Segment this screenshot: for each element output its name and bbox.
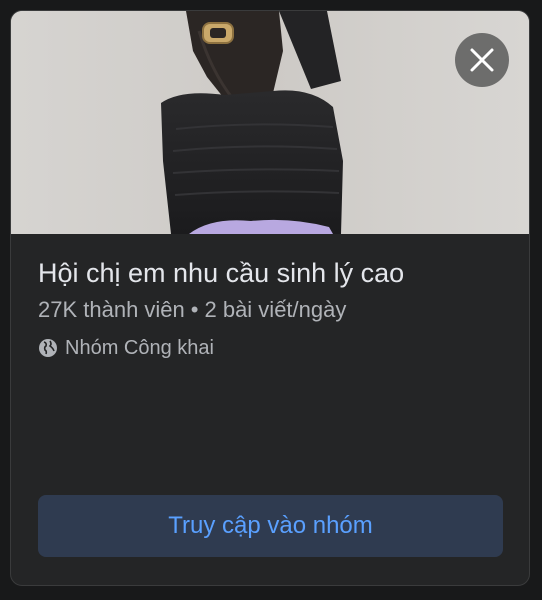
close-button[interactable] [455, 33, 509, 87]
separator-dot: • [190, 297, 199, 322]
post-frequency: 2 bài viết/ngày [204, 297, 347, 322]
group-info: Hội chị em nhu cầu sinh lý cao 27K thành… [38, 256, 509, 361]
group-stats: 27K thành viên • 2 bài viết/ngày [38, 295, 509, 325]
cover-image [11, 11, 529, 234]
visit-group-button[interactable]: Truy cập vào nhóm [38, 495, 503, 557]
group-name[interactable]: Hội chị em nhu cầu sinh lý cao [38, 256, 509, 290]
close-icon [470, 48, 494, 72]
group-suggestion-card[interactable]: Hội chị em nhu cầu sinh lý cao 27K thành… [10, 10, 530, 586]
group-privacy: Nhóm Công khai [38, 335, 509, 361]
group-cover-photo[interactable] [11, 11, 529, 234]
privacy-label: Nhóm Công khai [65, 337, 214, 359]
member-count: 27K thành viên [38, 297, 185, 322]
globe-icon [39, 339, 57, 357]
